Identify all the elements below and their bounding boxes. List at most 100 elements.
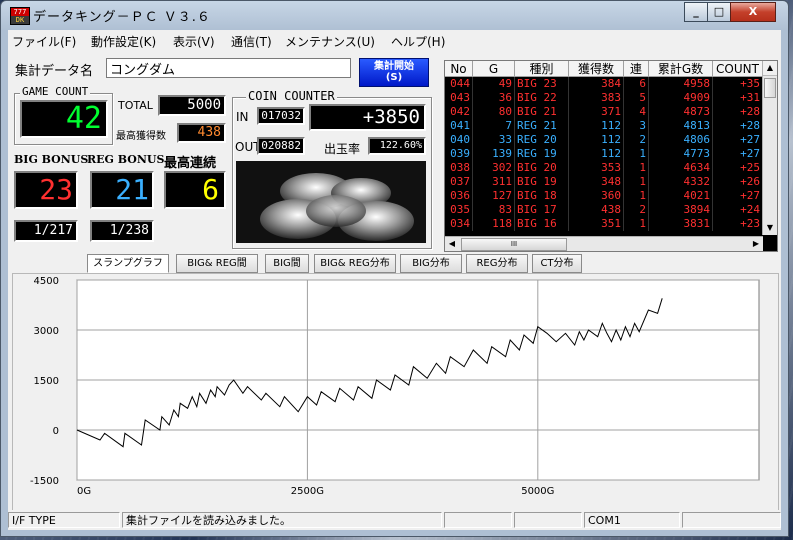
- title-bar[interactable]: 777 DK データキング－ＰＣ Ｖ３.６ _ □ X: [1, 1, 788, 29]
- col-type[interactable]: 種別: [515, 61, 569, 77]
- cell-count: +28: [713, 119, 763, 133]
- tab-slump-graph[interactable]: スランプグラフ: [87, 254, 169, 273]
- menu-settings[interactable]: 動作設定(K): [91, 33, 156, 50]
- cell-gain: 383: [569, 91, 624, 105]
- col-no[interactable]: No: [445, 61, 473, 77]
- max-gain-label: 最高獲得数: [116, 131, 166, 142]
- cell-count: +28: [713, 105, 763, 119]
- col-count[interactable]: COUNT: [713, 61, 763, 77]
- cell-cum: 4332: [649, 175, 713, 189]
- cell-g: 127: [473, 189, 515, 203]
- y-tick-label: 0: [53, 426, 59, 437]
- cell-streak: 5: [624, 91, 649, 105]
- total-label: TOTAL: [118, 99, 153, 112]
- tab-reg-dist[interactable]: REG分布: [466, 254, 528, 273]
- app-logo-icon: 777 DK: [10, 7, 30, 25]
- status-blank-1: [444, 512, 512, 528]
- cell-gain: 348: [569, 175, 624, 189]
- menu-comm[interactable]: 通信(T): [231, 33, 272, 50]
- tab-big-reg-interval[interactable]: BIG& REG間: [176, 254, 258, 273]
- cell-cum: 3894: [649, 203, 713, 217]
- cell-gain: 384: [569, 77, 624, 91]
- cell-no: 040: [445, 133, 473, 147]
- table-row[interactable]: 044 49 BIG 23 384 6 4958 +35: [445, 77, 763, 91]
- table-row[interactable]: 034 118 BIG 16 351 1 3831 +23: [445, 217, 763, 231]
- cell-g: 80: [473, 105, 515, 119]
- menu-view[interactable]: 表示(V): [173, 33, 215, 50]
- menu-file[interactable]: ファイル(F): [12, 33, 76, 50]
- tab-big-dist[interactable]: BIG分布: [400, 254, 462, 273]
- cell-no: 039: [445, 147, 473, 161]
- cell-count: +27: [713, 147, 763, 161]
- table-row[interactable]: 039 139 REG 19 112 1 4773 +27: [445, 147, 763, 161]
- game-count-value: 42: [65, 101, 102, 136]
- hscroll-thumb[interactable]: III: [461, 238, 567, 251]
- max-gain-display: 438: [177, 123, 226, 143]
- cell-g: 33: [473, 133, 515, 147]
- scroll-right-icon[interactable]: ▶: [749, 237, 763, 250]
- cell-no: 038: [445, 161, 473, 175]
- tab-ct-dist[interactable]: CT分布: [532, 254, 582, 273]
- status-port: COM1: [584, 512, 680, 528]
- cell-streak: 2: [624, 203, 649, 217]
- minimize-button[interactable]: _: [684, 2, 708, 22]
- y-tick-label: 4500: [34, 276, 59, 287]
- cell-g: 49: [473, 77, 515, 91]
- cell-cum: 4813: [649, 119, 713, 133]
- table-row[interactable]: 040 33 REG 20 112 2 4806 +27: [445, 133, 763, 147]
- cell-streak: 1: [624, 147, 649, 161]
- cell-no: 044: [445, 77, 473, 91]
- coin-counter-label: COIN COUNTER: [246, 89, 337, 103]
- table-row[interactable]: 038 302 BIG 20 353 1 4634 +25: [445, 161, 763, 175]
- table-hscroll[interactable]: ◀ III ▶: [445, 236, 763, 251]
- slump-chart: 4500 3000 1500 0 -1500 0G 2500G 5000G: [30, 276, 760, 497]
- max-streak-display: 6: [164, 171, 226, 209]
- table-row[interactable]: 043 36 BIG 22 383 5 4909 +31: [445, 91, 763, 105]
- cell-no: 034: [445, 217, 473, 231]
- menu-help[interactable]: ヘルプ(H): [391, 33, 445, 50]
- cell-g: 83: [473, 203, 515, 217]
- status-blank-3: [682, 512, 781, 528]
- cell-streak: 4: [624, 105, 649, 119]
- client-area: ファイル(F) 動作設定(K) 表示(V) 通信(T) メンテナンス(U) ヘル…: [8, 30, 781, 530]
- status-message: 集計ファイルを読み込みました。: [122, 512, 442, 528]
- table-vscroll[interactable]: ▲ ▼: [762, 61, 777, 235]
- start-aggregate-button[interactable]: 集計開始 (S): [359, 58, 429, 87]
- cell-gain: 353: [569, 161, 624, 175]
- table-row[interactable]: 036 127 BIG 18 360 1 4021 +27: [445, 189, 763, 203]
- col-gain[interactable]: 獲得数: [569, 61, 624, 77]
- graph-panel: 4500 3000 1500 0 -1500 0G 2500G 5000G: [12, 273, 779, 512]
- table-row[interactable]: 041 7 REG 21 112 3 4813 +28: [445, 119, 763, 133]
- data-name-label: 集計データ名: [15, 64, 94, 79]
- menu-bar: ファイル(F) 動作設定(K) 表示(V) 通信(T) メンテナンス(U) ヘル…: [8, 30, 781, 50]
- cell-streak: 1: [624, 189, 649, 203]
- table-header: No G 種別 獲得数 連 累計G数 COUNT: [445, 61, 763, 77]
- vscroll-thumb[interactable]: [764, 78, 776, 98]
- scroll-up-icon[interactable]: ▲: [763, 61, 777, 76]
- in-display: 017032: [257, 107, 305, 125]
- menu-maintenance[interactable]: メンテナンス(U): [285, 33, 375, 50]
- col-g[interactable]: G: [473, 61, 515, 77]
- close-button[interactable]: X: [730, 2, 776, 22]
- col-streak[interactable]: 連: [624, 61, 649, 77]
- cell-type: REG 21: [515, 119, 569, 133]
- maximize-button[interactable]: □: [707, 2, 731, 22]
- big-bonus-label: BIG BONUS: [14, 153, 89, 166]
- table-row[interactable]: 042 80 BIG 21 371 4 4873 +28: [445, 105, 763, 119]
- col-cum[interactable]: 累計G数: [649, 61, 713, 77]
- cell-count: +24: [713, 203, 763, 217]
- out-display: 020882: [257, 137, 305, 155]
- table-row[interactable]: 037 311 BIG 19 348 1 4332 +26: [445, 175, 763, 189]
- scroll-down-icon[interactable]: ▼: [763, 221, 777, 235]
- cell-gain: 112: [569, 119, 624, 133]
- big-probability: 1/217: [14, 220, 78, 242]
- max-streak-label: 最高連続: [164, 156, 217, 171]
- table-row[interactable]: 035 83 BIG 17 438 2 3894 +24: [445, 203, 763, 217]
- history-table[interactable]: No G 種別 獲得数 連 累計G数 COUNT 044 49 BIG 23 384 6…: [444, 60, 778, 252]
- tab-big-interval[interactable]: BIG間: [265, 254, 309, 273]
- cell-cum: 4634: [649, 161, 713, 175]
- scroll-left-icon[interactable]: ◀: [445, 237, 459, 250]
- tab-big-reg-dist[interactable]: BIG& REG分布: [314, 254, 396, 273]
- cell-streak: 1: [624, 175, 649, 189]
- data-name-field[interactable]: コングダム: [106, 58, 351, 78]
